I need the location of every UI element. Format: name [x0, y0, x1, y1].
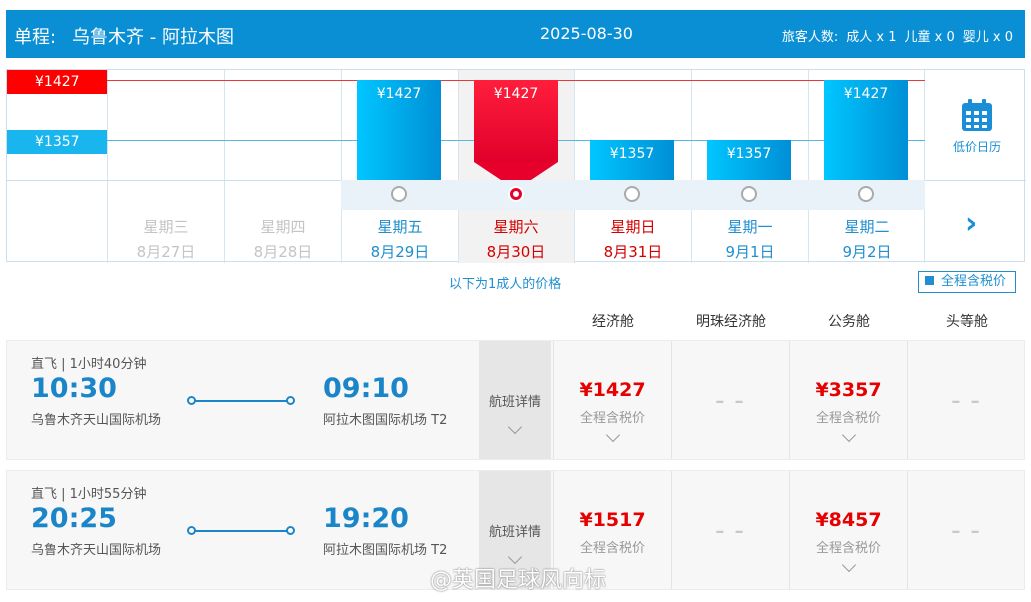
departure-airport: 乌鲁木齐天山国际机场 [31, 413, 162, 428]
weekday-label: 星期一 [727, 218, 773, 236]
weekday-label: 星期六 [493, 218, 539, 236]
price-calendar: ¥1427 ¥1357 ¥1427 ¥1427 ¥1357 ¥1357 ¥142… [6, 69, 1026, 263]
route-line [189, 530, 293, 532]
adult-count: 成人 x 1 [846, 30, 897, 45]
date-label: 8月29日 [370, 243, 430, 261]
departure-time: 20:25 [31, 503, 117, 534]
date-label: 9月2日 [842, 243, 892, 261]
weekday-label: 星期三 [143, 218, 189, 236]
date-label: 8月28日 [253, 243, 313, 261]
infant-count: 婴儿 x 0 [962, 30, 1013, 45]
search-summary-header: 单程: 乌鲁木齐 - 阿拉木图 2025-08-30 旅客人数: 成人 x 1 儿童… [6, 10, 1025, 58]
next-week-arrow-icon[interactable]: › [965, 206, 977, 241]
route-line [189, 400, 293, 402]
fare-tax-note: 全程含税价 [815, 411, 881, 426]
calendar-day-sep1[interactable]: 星期一 9月1日 [692, 216, 808, 262]
fare-price: ¥1517 [579, 509, 646, 531]
date-label: 8月31日 [603, 243, 663, 261]
price-bar-aug30[interactable]: ¥1427 [474, 80, 558, 162]
fare-unavailable: – – [715, 391, 746, 412]
price-bar-sep1[interactable]: ¥1357 [707, 140, 791, 180]
fare-cell-business[interactable]: ¥8457 全程含税价 [789, 471, 907, 589]
flight-details-button[interactable]: 航班详情 [479, 341, 551, 459]
route-dot [286, 526, 295, 535]
calendar-day-aug28: 星期四 8月28日 [225, 216, 341, 262]
tax-inclusive-toggle[interactable]: 全程含税价 [918, 271, 1016, 293]
departure-airport: 乌鲁木齐天山国际机场 [31, 543, 162, 558]
date-label: 8月27日 [136, 243, 196, 261]
weekday-label: 星期四 [260, 218, 306, 236]
fare-price: ¥1427 [579, 379, 646, 401]
fare-unavailable: – – [715, 521, 746, 542]
price-bar-aug31[interactable]: ¥1357 [590, 140, 674, 180]
fare-unavailable: – – [951, 391, 982, 412]
calendar-icon[interactable] [961, 98, 993, 132]
date-label: 9月1日 [725, 243, 775, 261]
fare-tax-note: 全程含税价 [579, 541, 645, 556]
fare-cell-first: – – [907, 471, 1025, 589]
calendar-day-sep2[interactable]: 星期二 9月2日 [809, 216, 925, 262]
day-radio-aug29[interactable] [391, 186, 407, 202]
low-price-calendar-link[interactable]: 低价日历 [937, 138, 1017, 155]
fare-cell-pearl-economy: – – [671, 341, 789, 459]
checkbox-icon [925, 276, 934, 285]
trip-type-label: 单程: [14, 27, 57, 48]
flight-details-label: 航班详情 [488, 525, 541, 540]
day-radio-aug30[interactable] [508, 186, 524, 202]
watermark: @英国足球风向标 [430, 568, 607, 593]
fare-cell-pearl-economy: – – [671, 471, 789, 589]
date-label: 8月30日 [486, 243, 546, 261]
chevron-down-icon [507, 419, 523, 435]
passenger-summary: 旅客人数: 成人 x 1 儿童 x 0 婴儿 x 0 [774, 26, 1013, 45]
calendar-day-aug31[interactable]: 星期日 8月31日 [575, 216, 691, 262]
day-radio-sep2[interactable] [858, 186, 874, 202]
day-radio-aug31[interactable] [624, 186, 640, 202]
fare-cell-economy[interactable]: ¥1427 全程含税价 [553, 341, 671, 459]
fare-price: ¥8457 [815, 509, 882, 531]
chevron-down-icon [841, 427, 856, 443]
tax-toggle-label: 全程含税价 [941, 274, 1007, 289]
class-header-business: 公务舱 [828, 314, 870, 330]
route-dot [187, 526, 196, 535]
calendar-day-aug27: 星期三 8月27日 [108, 216, 224, 262]
low-price-label: ¥1357 [7, 130, 107, 154]
flight-meta: 直飞 | 1小时40分钟 [31, 357, 147, 372]
fare-cell-business[interactable]: ¥3357 全程含税价 [789, 341, 907, 459]
class-header-first: 头等舱 [946, 314, 988, 330]
fare-tax-note: 全程含税价 [815, 541, 881, 556]
arrival-time: 19:20 [323, 503, 409, 534]
calendar-day-aug29[interactable]: 星期五 8月29日 [342, 216, 458, 262]
travel-date: 2025-08-30 [540, 24, 633, 43]
price-bar-sep2[interactable]: ¥1427 [824, 80, 908, 180]
flight-meta: 直飞 | 1小时55分钟 [31, 487, 147, 502]
fare-cell-first: – – [907, 341, 1025, 459]
day-radio-sep1[interactable] [741, 186, 757, 202]
route-dot [286, 396, 295, 405]
child-count: 儿童 x 0 [904, 30, 955, 45]
route-title: 乌鲁木齐 - 阿拉木图 [72, 27, 234, 48]
arrival-airport: 阿拉木图国际机场 T2 [323, 543, 448, 558]
fare-price: ¥3357 [815, 379, 882, 401]
departure-time: 10:30 [31, 373, 117, 404]
arrival-time: 09:10 [323, 373, 409, 404]
weekday-label: 星期五 [377, 218, 423, 236]
weekday-label: 星期二 [844, 218, 890, 236]
arrival-airport: 阿拉木图国际机场 T2 [323, 413, 448, 428]
price-bar-aug29[interactable]: ¥1427 [357, 80, 441, 180]
route-dot [187, 396, 196, 405]
weekday-label: 星期日 [610, 218, 656, 236]
fare-tax-note: 全程含税价 [579, 411, 645, 426]
calendar-day-aug30[interactable]: 星期六 8月30日 [458, 216, 574, 262]
chevron-down-icon [841, 557, 856, 573]
high-price-label: ¥1427 [7, 70, 107, 94]
passengers-label: 旅客人数: [781, 30, 839, 45]
class-header-economy: 经济舱 [592, 314, 634, 330]
fare-unavailable: – – [951, 521, 982, 542]
price-note: 以下为1成人的价格 [449, 277, 562, 292]
chevron-down-icon [605, 427, 620, 443]
class-header-pearl-economy: 明珠经济舱 [696, 314, 766, 330]
flight-row: 直飞 | 1小时40分钟 10:30 乌鲁木齐天山国际机场 09:10 阿拉木图… [6, 340, 1025, 460]
flight-details-label: 航班详情 [488, 395, 541, 410]
